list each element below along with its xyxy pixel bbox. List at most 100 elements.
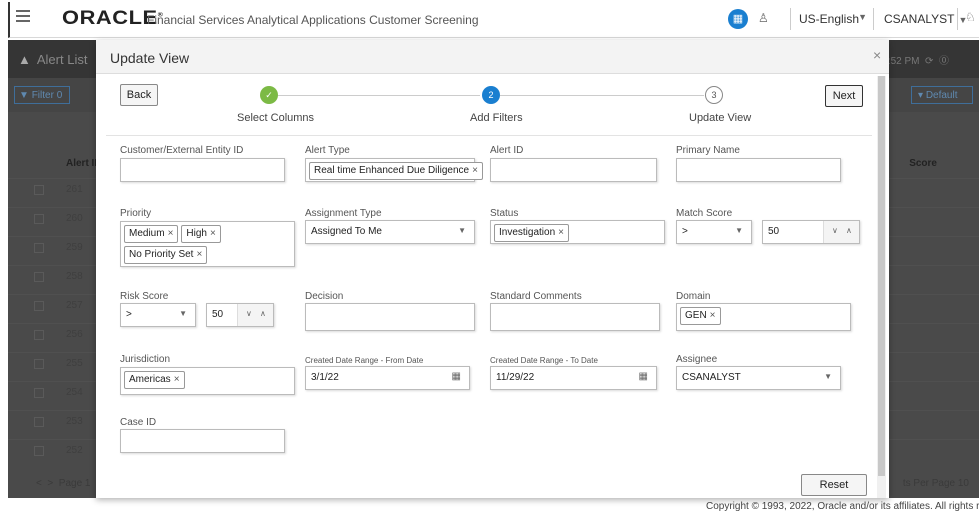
- primary-name-input[interactable]: [676, 158, 841, 182]
- chip-priority-medium[interactable]: Medium ×: [124, 225, 179, 243]
- alert-type-label: Alert Type: [305, 145, 350, 156]
- domain-label: Domain: [676, 291, 711, 302]
- risk-score-operator[interactable]: > ▼: [120, 303, 196, 327]
- chip-text: No Priority Set: [129, 249, 194, 260]
- bg-row-alert-id: 260: [66, 213, 83, 224]
- bg-row-alert-id: 256: [66, 329, 83, 340]
- chip-jurisdiction[interactable]: Americas ×: [124, 371, 185, 389]
- remove-chip-icon[interactable]: ×: [174, 374, 180, 385]
- match-score-input[interactable]: 50 ∨ ∧: [762, 220, 860, 244]
- dialog-scrollbar[interactable]: [877, 76, 886, 498]
- alert-type-select[interactable]: Real time Enhanced Due Diligence ×: [305, 158, 483, 182]
- remove-chip-icon[interactable]: ×: [472, 165, 478, 176]
- chip-status[interactable]: Investigation ×: [494, 224, 569, 242]
- priority-select[interactable]: Medium × High × No Priority Set ×: [120, 221, 295, 267]
- remove-chip-icon[interactable]: ×: [558, 227, 564, 238]
- chip-text: Real time Enhanced Due Diligence: [314, 165, 470, 176]
- assignee-select[interactable]: CSANALYST ▼: [676, 366, 841, 390]
- risk-score-label: Risk Score: [120, 291, 169, 302]
- next-button[interactable]: Next: [825, 85, 863, 107]
- decision-select[interactable]: [305, 303, 475, 331]
- bg-row-alert-id: 257: [66, 300, 83, 311]
- date-to-label: Created Date Range - To Date: [490, 356, 598, 365]
- scrollbar-thumb[interactable]: [878, 76, 885, 476]
- match-score-operator[interactable]: > ▼: [676, 220, 752, 244]
- bg-per-page: ts Per Page 10: [902, 478, 969, 489]
- reset-button[interactable]: Reset: [801, 474, 867, 496]
- risk-score-spinner[interactable]: ∨ ∧: [237, 304, 273, 326]
- step-3-indicator[interactable]: 3: [705, 86, 723, 104]
- match-score-value: 50: [768, 226, 780, 237]
- chip-priority-none[interactable]: No Priority Set ×: [124, 246, 208, 264]
- user-menu[interactable]: CSANALYST ▼: [878, 8, 973, 30]
- back-button[interactable]: Back: [120, 84, 158, 106]
- customer-id-label: Customer/External Entity ID: [120, 145, 244, 156]
- language-select[interactable]: US-English ▼: [790, 8, 874, 30]
- app-title: Financial Services Analytical Applicatio…: [147, 13, 479, 27]
- bg-page: < > Page 1: [36, 478, 91, 489]
- chevron-down-icon: ▼: [458, 226, 466, 235]
- hamburger-menu-icon[interactable]: [16, 10, 30, 25]
- bg-row-checkbox: [34, 417, 44, 427]
- status-label: Status: [490, 208, 519, 219]
- bg-page-title: ▲ Alert List: [18, 52, 87, 67]
- chip-domain[interactable]: GEN ×: [680, 307, 721, 325]
- remove-chip-icon[interactable]: ×: [168, 228, 174, 239]
- step-1-label: Select Columns: [237, 112, 315, 124]
- calendar-icon[interactable]: ▦: [639, 371, 648, 382]
- status-select[interactable]: Investigation ×: [490, 220, 665, 244]
- decision-label: Decision: [305, 291, 344, 302]
- brand-text: ORACLE: [62, 8, 158, 29]
- remove-chip-icon[interactable]: ×: [196, 249, 202, 260]
- bg-row-checkbox: [34, 243, 44, 253]
- train-connector: [500, 95, 704, 96]
- date-to-input[interactable]: 11/29/22 ▦: [490, 366, 657, 390]
- chip-alert-type[interactable]: Real time Enhanced Due Diligence ×: [309, 162, 483, 180]
- case-id-input[interactable]: [120, 429, 285, 453]
- priority-label: Priority: [120, 208, 152, 219]
- standard-comments-select[interactable]: [490, 303, 660, 331]
- bg-page-text: Page 1: [58, 478, 91, 489]
- jurisdiction-select[interactable]: Americas ×: [120, 367, 295, 395]
- chip-priority-high[interactable]: High ×: [181, 225, 221, 243]
- chevron-up-icon[interactable]: ∧: [260, 309, 266, 318]
- date-from-input[interactable]: 3/1/22 ▦: [305, 366, 470, 390]
- domain-select[interactable]: GEN ×: [676, 303, 851, 331]
- bg-row-checkbox: [34, 214, 44, 224]
- date-to-value: 11/29/22: [496, 372, 535, 383]
- bg-col-score: Score: [909, 158, 937, 169]
- section-divider: [106, 135, 872, 136]
- remove-chip-icon[interactable]: ×: [710, 310, 716, 321]
- step-2-indicator[interactable]: 2: [482, 86, 500, 104]
- step-1-check-icon[interactable]: ✓: [260, 86, 278, 104]
- chevron-down-icon[interactable]: ∨: [832, 226, 838, 235]
- bg-view-text: Default: [925, 90, 958, 101]
- bg-row-alert-id: 259: [66, 242, 83, 253]
- chevron-up-icon[interactable]: ∧: [846, 226, 852, 235]
- assignment-type-select[interactable]: Assigned To Me ▼: [305, 220, 475, 244]
- chip-text: Investigation: [499, 227, 556, 238]
- app-header: ORACLE® Financial Services Analytical Ap…: [8, 2, 979, 38]
- bg-row-alert-id: 253: [66, 416, 83, 427]
- divider: [957, 8, 958, 30]
- hierarchy-icon[interactable]: ♘: [965, 10, 976, 24]
- dialog-title: Update View: [110, 50, 190, 66]
- remove-chip-icon[interactable]: ×: [210, 228, 216, 239]
- risk-score-input[interactable]: 50 ∨ ∧: [206, 303, 274, 327]
- alert-id-input[interactable]: [490, 158, 657, 182]
- customer-id-input[interactable]: [120, 158, 285, 182]
- calendar-icon[interactable]: ▦: [452, 371, 461, 382]
- bg-row-checkbox: [34, 446, 44, 456]
- chevron-down-icon[interactable]: ∨: [246, 309, 252, 318]
- user-icon[interactable]: ♙: [758, 11, 769, 25]
- case-id-label: Case ID: [120, 417, 157, 428]
- bg-filter-button: ▼ Filter 0: [14, 86, 70, 104]
- bg-title-text: Alert List: [36, 52, 88, 67]
- match-score-spinner[interactable]: ∨ ∧: [823, 221, 859, 243]
- chevron-down-icon: ▼: [179, 309, 187, 318]
- assignment-type-value: Assigned To Me: [311, 226, 382, 237]
- step-2-label: Add Filters: [470, 112, 523, 124]
- apps-grid-icon[interactable]: ▦: [728, 9, 748, 29]
- bg-row-alert-id: 254: [66, 387, 83, 398]
- close-icon[interactable]: ×: [873, 47, 881, 63]
